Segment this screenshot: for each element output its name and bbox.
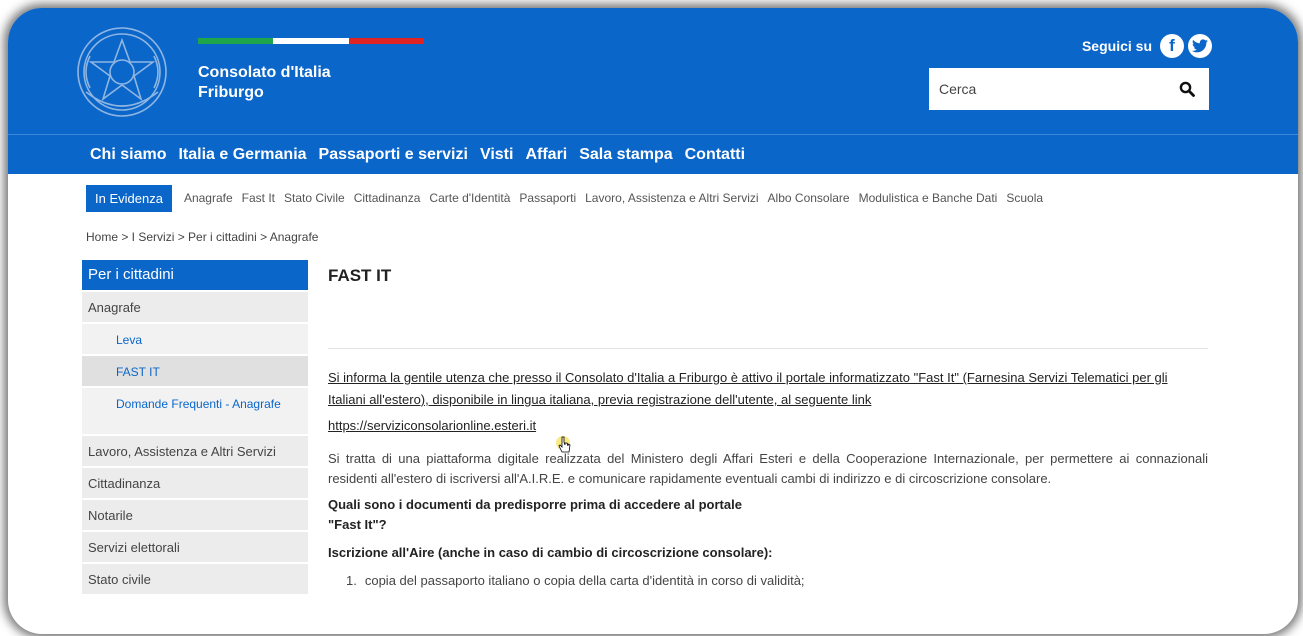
subnav-fast-it[interactable]: Fast It xyxy=(242,191,275,205)
nav-contatti[interactable]: Contatti xyxy=(685,146,745,164)
sidebar-item-fast-it[interactable]: FAST IT xyxy=(82,354,308,386)
subnav-scuola[interactable]: Scuola xyxy=(1006,191,1043,205)
subnav-carte-identita[interactable]: Carte d'Identità xyxy=(429,191,510,205)
documents-question-heading: Quali sono i documenti da predisporre pr… xyxy=(328,497,742,532)
nav-passaporti-e-servizi[interactable]: Passaporti e servizi xyxy=(319,146,468,164)
breadcrumb[interactable]: Home > I Servizi > Per i cittadini > Ana… xyxy=(86,230,318,244)
sidebar-item-domande-frequenti[interactable]: Domande Frequenti - Anagrafe xyxy=(82,386,308,434)
fast-it-portal-link[interactable]: https://serviziconsolarionline.esteri.it xyxy=(328,415,1208,437)
subnav-passaporti[interactable]: Passaporti xyxy=(519,191,576,205)
list-item-number: 1. xyxy=(346,573,357,588)
search-button[interactable] xyxy=(1165,68,1209,110)
search-icon xyxy=(1179,81,1195,97)
list-item: 1. copia del passaporto italiano o copia … xyxy=(346,571,1208,591)
facebook-icon[interactable]: f xyxy=(1160,34,1184,58)
nav-chi-siamo[interactable]: Chi siamo xyxy=(90,146,166,164)
search-box xyxy=(929,68,1209,110)
site-brand-name[interactable]: Consolato d'Italia xyxy=(198,63,331,83)
sidebar-item-notarile[interactable]: Notarile xyxy=(82,498,308,530)
intro-paragraph: Si informa la gentile utenza che presso … xyxy=(328,370,1168,407)
nav-italia-e-germania[interactable]: Italia e Germania xyxy=(178,146,306,164)
sidebar-item-leva[interactable]: Leva xyxy=(82,322,308,354)
browser-viewport: Consolato d'Italia Friburgo Seguici su f… xyxy=(8,8,1298,634)
hand-cursor-icon xyxy=(556,436,571,453)
sub-navigation: In Evidenza Anagrafe Fast It Stato Civil… xyxy=(8,184,1052,212)
site-brand-city[interactable]: Friburgo xyxy=(198,83,264,103)
subnav-in-evidenza[interactable]: In Evidenza xyxy=(86,184,172,212)
social-label: Seguici su xyxy=(1081,38,1152,54)
sidebar-item-lavoro-assistenza[interactable]: Lavoro, Assistenza e Altri Servizi xyxy=(82,434,308,466)
site-header: Consolato d'Italia Friburgo Seguici su f xyxy=(8,8,1298,134)
sidebar-title[interactable]: Per i cittadini xyxy=(82,260,308,290)
main-content: FAST IT Si informa la gentile utenza che… xyxy=(328,260,1208,591)
social-links: Seguici su f xyxy=(1082,34,1212,58)
description-paragraph: Si tratta di una piattaforma digitale re… xyxy=(328,451,1208,486)
page-title: FAST IT xyxy=(328,266,392,285)
nav-visti[interactable]: Visti xyxy=(480,146,514,164)
sidebar: Per i cittadini Anagrafe Leva FAST IT Do… xyxy=(82,260,308,594)
main-navigation: Chi siamo Italia e Germania Passaporti e… xyxy=(8,134,1298,174)
subnav-lavoro-assistenza[interactable]: Lavoro, Assistenza e Altri Servizi xyxy=(585,191,758,205)
nav-sala-stampa[interactable]: Sala stampa xyxy=(579,146,672,164)
sidebar-item-stato-civile[interactable]: Stato civile xyxy=(82,562,308,594)
italian-emblem-icon[interactable] xyxy=(72,22,172,122)
sidebar-item-cittadinanza[interactable]: Cittadinanza xyxy=(82,466,308,498)
subnav-stato-civile[interactable]: Stato Civile xyxy=(284,191,345,205)
subnav-cittadinanza[interactable]: Cittadinanza xyxy=(354,191,421,205)
italian-flag-stripe xyxy=(198,38,424,44)
aire-section-heading: Iscrizione all'Aire (anche in caso di ca… xyxy=(328,545,773,560)
subnav-anagrafe[interactable]: Anagrafe xyxy=(184,191,233,205)
subnav-modulistica[interactable]: Modulistica e Banche Dati xyxy=(859,191,998,205)
subnav-albo-consolare[interactable]: Albo Consolare xyxy=(768,191,850,205)
search-input[interactable] xyxy=(929,68,1165,110)
twitter-icon[interactable] xyxy=(1188,34,1212,58)
sidebar-item-servizi-elettorali[interactable]: Servizi elettorali xyxy=(82,530,308,562)
content-divider xyxy=(328,348,1208,349)
nav-affari[interactable]: Affari xyxy=(525,146,567,164)
list-item-text: copia del passaporto italiano o copia de… xyxy=(364,573,805,588)
sidebar-item-anagrafe[interactable]: Anagrafe xyxy=(82,290,308,322)
